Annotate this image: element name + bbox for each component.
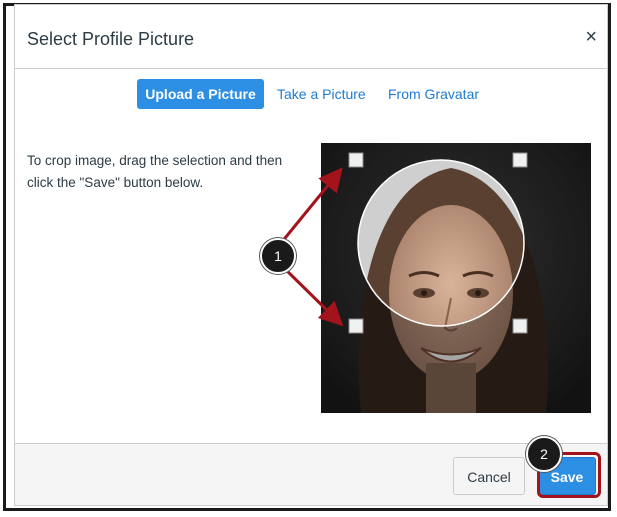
crop-area[interactable] [321, 143, 591, 413]
callout-badge-1: 1 [260, 238, 296, 274]
screenshot-frame: Select Profile Picture × Upload a Pictur… [0, 0, 617, 517]
select-profile-picture-dialog: Select Profile Picture × Upload a Pictur… [14, 4, 608, 506]
profile-photo [321, 143, 591, 413]
crop-handle-top-right [512, 152, 528, 168]
crop-handle-top-left [348, 152, 364, 168]
crop-handle-bottom-left [348, 318, 364, 334]
dialog-title: Select Profile Picture [27, 29, 195, 49]
tab-take-a-picture[interactable]: Take a Picture [277, 79, 366, 109]
callout-badge-2: 2 [526, 436, 562, 472]
tab-upload-a-picture[interactable]: Upload a Picture [137, 79, 264, 109]
dialog-header: Select Profile Picture × [15, 5, 607, 69]
crop-instructions: To crop image, drag the selection and th… [27, 153, 283, 190]
dialog-footer: Cancel Save [15, 443, 607, 505]
tab-from-gravatar[interactable]: From Gravatar [388, 79, 479, 109]
close-icon[interactable]: × [585, 27, 597, 47]
crop-handle-bottom-right [512, 318, 528, 334]
cancel-button[interactable]: Cancel [453, 457, 525, 495]
